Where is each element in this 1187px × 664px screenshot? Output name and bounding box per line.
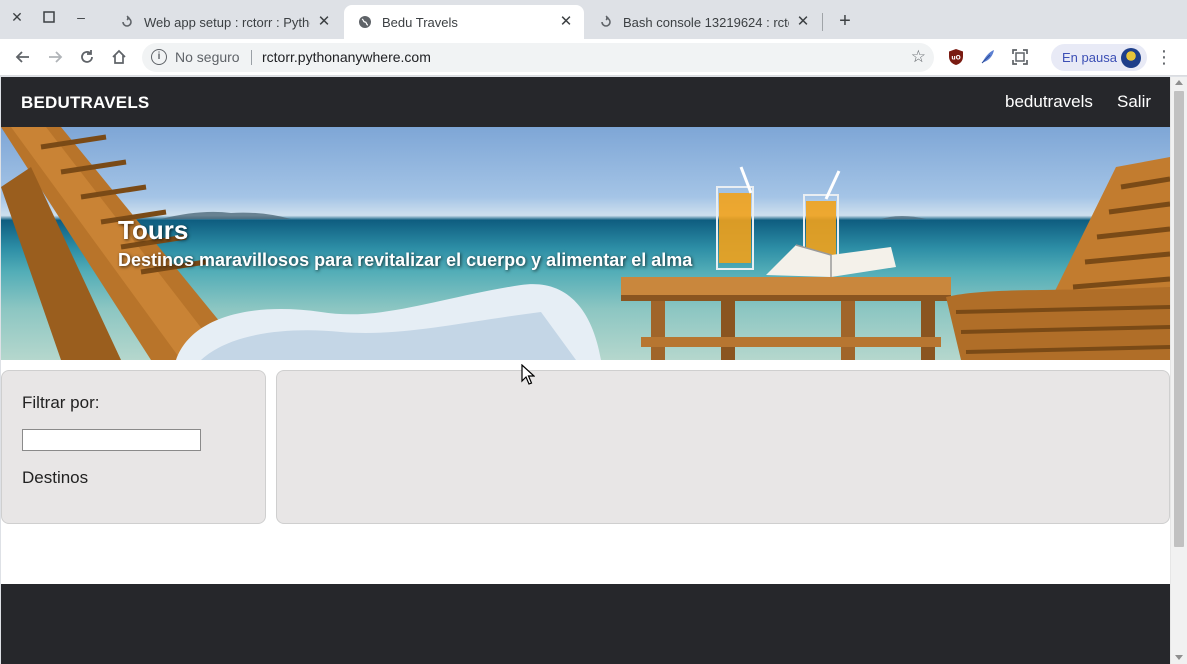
tab-bedu-travels[interactable]: Bedu Travels ✕ — [344, 5, 584, 39]
reload-icon[interactable] — [76, 46, 98, 68]
bookmark-star-icon[interactable]: ☆ — [911, 47, 926, 67]
hero-subtitle: Destinos maravillosos para revitalizar e… — [118, 250, 693, 270]
screen-capture-icon[interactable] — [1011, 48, 1029, 66]
window-close-icon[interactable]: ✕ — [8, 8, 26, 26]
nav-user-link[interactable]: bedutravels — [1005, 92, 1093, 112]
scrollbar-thumb[interactable] — [1174, 91, 1184, 547]
pythonanywhere-icon — [599, 15, 613, 29]
hero-banner: Tours Destinos maravillosos para revital… — [1, 127, 1170, 360]
filter-sidebar: Filtrar por: Destinos — [1, 370, 266, 524]
nav-logout-link[interactable]: Salir — [1117, 92, 1151, 112]
tab-close-icon[interactable]: ✕ — [558, 14, 574, 30]
security-label: No seguro — [175, 49, 240, 65]
new-tab-button[interactable]: + — [834, 10, 856, 32]
omnibox-separator — [251, 50, 252, 65]
tab-title: Web app setup : rctorr : PythonAnywhere — [144, 14, 310, 30]
browser-toolbar: i No seguro rctorr.pythonanywhere.com ☆ … — [0, 39, 1187, 76]
filter-label: Filtrar por: — [22, 393, 100, 412]
scroll-down-arrow-icon[interactable] — [1175, 655, 1183, 660]
forward-arrow-icon[interactable] — [44, 46, 66, 68]
tab-close-icon[interactable]: ✕ — [795, 14, 811, 30]
svg-text:uO: uO — [951, 55, 960, 62]
tab-close-icon[interactable]: ✕ — [316, 14, 332, 30]
hero-title: Tours — [118, 215, 189, 245]
pythonanywhere-icon — [120, 15, 134, 29]
tours-content-panel — [276, 370, 1170, 524]
profile-button[interactable]: En pausa — [1051, 44, 1147, 71]
page-viewport: BEDUTRAVELS bedutravels Salir Tours Dest… — [1, 77, 1170, 664]
tab-separator — [822, 13, 823, 31]
browser-tab-strip: ✕ – Web app setup : rctorr : PythonAnywh… — [0, 0, 1187, 39]
page-scrollbar[interactable] — [1170, 77, 1187, 664]
tab-web-app-setup[interactable]: Web app setup : rctorr : PythonAnywhere … — [106, 5, 342, 39]
profile-status-label: En pausa — [1062, 50, 1117, 65]
mouse-cursor-icon — [521, 363, 536, 391]
home-icon[interactable] — [108, 46, 130, 68]
site-footer — [1, 584, 1170, 664]
url-text[interactable]: rctorr.pythonanywhere.com — [262, 49, 431, 65]
tab-bash-console[interactable]: Bash console 13219624 : rctorr : PythonA… — [585, 5, 821, 39]
avatar — [1121, 48, 1141, 68]
info-icon[interactable]: i — [151, 49, 167, 65]
feather-extension-icon[interactable] — [979, 48, 997, 66]
filter-input[interactable] — [22, 429, 201, 451]
address-bar[interactable]: i No seguro rctorr.pythonanywhere.com ☆ — [142, 43, 934, 72]
browser-menu-icon[interactable]: ⋮ — [1155, 47, 1173, 67]
window-minimize-icon[interactable]: – — [72, 8, 90, 26]
tab-title: Bash console 13219624 : rctorr : PythonA… — [623, 14, 789, 30]
tab-title: Bedu Travels — [382, 14, 458, 30]
destinations-link[interactable]: Destinos — [22, 468, 88, 488]
site-brand[interactable]: BEDUTRAVELS — [21, 93, 149, 113]
window-maximize-icon[interactable] — [40, 8, 58, 26]
scroll-up-arrow-icon[interactable] — [1175, 80, 1183, 85]
ublock-shield-icon[interactable]: uO — [947, 48, 965, 66]
site-navbar: BEDUTRAVELS bedutravels Salir — [1, 77, 1170, 127]
back-arrow-icon[interactable] — [12, 46, 34, 68]
globe-icon — [358, 15, 372, 29]
